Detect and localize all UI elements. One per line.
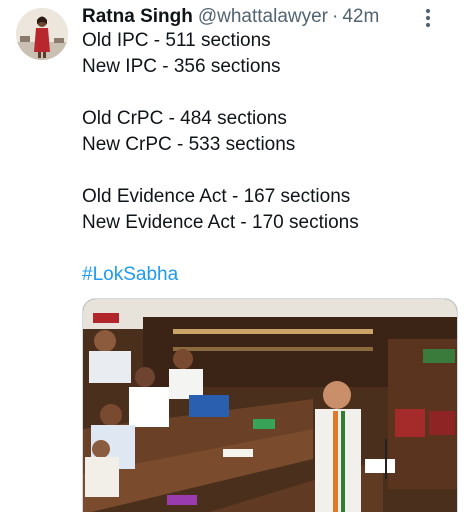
author-display-name[interactable]: Ratna Singh [82, 5, 193, 29]
tweet-header: Ratna Singh @whattalawyer · 42m [82, 5, 379, 29]
tweet-line: Old IPC - 511 sections [82, 30, 271, 51]
tweet-text: Old IPC - 511 sections New IPC - 356 sec… [82, 28, 462, 288]
tweet-line: Old CrPC - 484 sections [82, 108, 287, 129]
tweet-line: Old Evidence Act - 167 sections [82, 186, 351, 207]
hashtag-link[interactable]: #LokSabha [82, 262, 462, 288]
tweet-timestamp[interactable]: 42m [342, 5, 379, 29]
tweet-line: New IPC - 356 sections [82, 56, 281, 77]
tweet-line: New Evidence Act - 170 sections [82, 212, 359, 233]
tweet-media-image[interactable] [82, 298, 458, 512]
avatar[interactable] [16, 8, 68, 60]
author-handle[interactable]: @whattalawyer [198, 5, 328, 29]
tweet-line: New CrPC - 533 sections [82, 134, 296, 155]
header-separator: · [332, 6, 339, 27]
more-vertical-icon [425, 8, 431, 28]
